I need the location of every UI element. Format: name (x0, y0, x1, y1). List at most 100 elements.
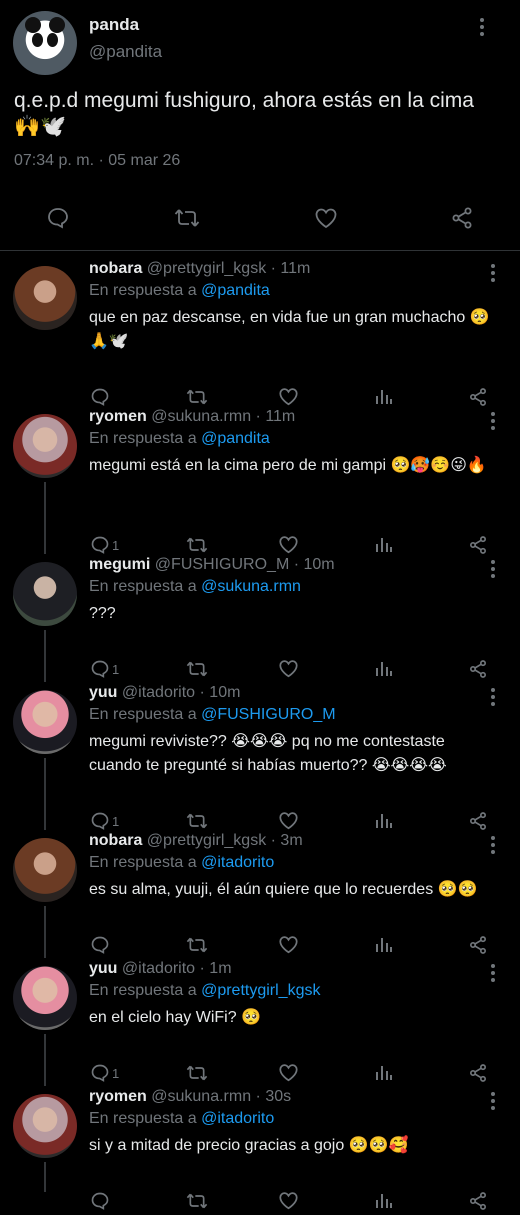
reply-text: megumi reviviste?? 😭😭😭 pq no me contesta… (89, 730, 499, 778)
author-name[interactable]: yuu (89, 960, 117, 977)
more-icon[interactable] (491, 1092, 497, 1113)
author-name[interactable]: ryomen (89, 408, 147, 425)
reply-time: · 3m (270, 832, 303, 849)
reply-time: · 11m (255, 408, 296, 425)
reply-to-link[interactable]: @sukuna.rmn (201, 578, 301, 595)
reply-time: · 30s (255, 1088, 292, 1105)
reply-context: En respuesta a @sukuna.rmn (89, 578, 301, 596)
reply-text-content: en el cielo hay WiFi? (89, 1009, 237, 1026)
author-name[interactable]: yuu (89, 684, 117, 701)
reply-time: · 10m (199, 684, 241, 701)
reply-tweet[interactable]: ryomen @sukuna.rmn · 30s En respuesta a … (0, 1078, 520, 1210)
tweet-emojis: 🙌🕊️ (14, 115, 67, 138)
tweet-timestamp[interactable]: 07:34 p. m. · 05 mar 26 (14, 152, 180, 170)
reply-actions (0, 1191, 520, 1215)
views-icon[interactable] (375, 1191, 393, 1209)
reply-header: yuu @itadorito · 10m (89, 684, 240, 702)
tweet-text-content: q.e.p.d megumi fushiguro, ahora estás en… (14, 89, 474, 112)
reply-tweet[interactable]: nobara @prettygirl_kgsk · 3m En respuest… (0, 822, 520, 958)
author-name[interactable]: panda (89, 15, 139, 35)
reply-to-link[interactable]: @itadorito (201, 1110, 274, 1127)
more-icon[interactable] (491, 560, 497, 581)
comment-icon[interactable] (90, 1191, 112, 1211)
author-handle[interactable]: @FUSHIGURO_M (155, 556, 289, 573)
reply-prefix: En respuesta a (89, 282, 197, 299)
avatar[interactable] (13, 562, 77, 626)
author-handle[interactable]: @itadorito (122, 960, 195, 977)
avatar[interactable] (13, 11, 77, 75)
author-name[interactable]: nobara (89, 832, 142, 849)
avatar[interactable] (13, 966, 77, 1030)
reply-time: · 1m (199, 960, 232, 977)
more-icon[interactable] (491, 964, 497, 985)
reply-prefix: En respuesta a (89, 706, 197, 723)
avatar[interactable] (13, 414, 77, 478)
main-tweet: panda @pandita q.e.p.d megumi fushiguro,… (0, 0, 520, 251)
author-handle[interactable]: @prettygirl_kgsk (147, 260, 266, 277)
reply-context: En respuesta a @itadorito (89, 1110, 274, 1128)
reply-emojis: 🥺🥵☺️😜🔥 (390, 457, 487, 474)
more-icon[interactable] (491, 264, 497, 285)
reply-to-link[interactable]: @itadorito (201, 854, 274, 871)
reply-tweet[interactable]: yuu @itadorito · 10m En respuesta a @FUS… (0, 674, 520, 830)
reply-header: ryomen @sukuna.rmn · 11m (89, 408, 295, 426)
retweet-icon[interactable] (174, 206, 200, 230)
reply-context: En respuesta a @itadorito (89, 854, 274, 872)
reply-time: · 11m (270, 260, 311, 277)
reply-header: megumi @FUSHIGURO_M · 10m (89, 556, 335, 574)
reply-header: yuu @itadorito · 1m (89, 960, 232, 978)
reply-text-content: megumi reviviste?? 😭😭😭 pq no me contesta… (89, 733, 447, 774)
reply-to-link[interactable]: @FUSHIGURO_M (201, 706, 335, 723)
like-icon[interactable] (314, 207, 338, 229)
reply-header: ryomen @sukuna.rmn · 30s (89, 1088, 291, 1106)
reply-header: nobara @prettygirl_kgsk · 11m (89, 260, 310, 278)
reply-to-link[interactable]: @prettygirl_kgsk (201, 982, 320, 999)
more-icon[interactable] (491, 688, 497, 709)
reply-text: si y a mitad de precio gracias a gojo 🥺🥺… (89, 1134, 499, 1158)
retweet-icon[interactable] (186, 1191, 208, 1211)
reply-text: es su alma, yuuji, él aún quiere que lo … (89, 878, 499, 902)
more-icon[interactable] (480, 18, 486, 39)
reply-prefix: En respuesta a (89, 854, 197, 871)
reply-prefix: En respuesta a (89, 1110, 197, 1127)
reply-tweet[interactable]: yuu @itadorito · 1m En respuesta a @pret… (0, 950, 520, 1086)
author-handle[interactable]: @sukuna.rmn (151, 408, 251, 425)
reply-tweet[interactable]: nobara @prettygirl_kgsk · 11m En respues… (0, 250, 520, 406)
reply-prefix: En respuesta a (89, 578, 197, 595)
author-name[interactable]: megumi (89, 556, 150, 573)
avatar[interactable] (13, 266, 77, 330)
share-icon[interactable] (468, 1191, 488, 1211)
reply-emojis: 🥺🥺🥰 (348, 1137, 409, 1154)
reply-tweet[interactable]: megumi @FUSHIGURO_M · 10m En respuesta a… (0, 546, 520, 682)
author-name[interactable]: ryomen (89, 1088, 147, 1105)
avatar[interactable] (13, 1094, 77, 1158)
tweet-text: q.e.p.d megumi fushiguro, ahora estás en… (14, 88, 504, 140)
more-icon[interactable] (491, 412, 497, 433)
reply-text: que en paz descanse, en vida fue un gran… (89, 306, 499, 354)
thread-line (44, 1162, 46, 1192)
author-handle[interactable]: @sukuna.rmn (151, 1088, 251, 1105)
like-icon[interactable] (278, 1191, 299, 1210)
avatar[interactable] (13, 838, 77, 902)
author-handle[interactable]: @itadorito (122, 684, 195, 701)
share-icon[interactable] (450, 206, 474, 230)
reply-emojis: 🥺 (241, 1009, 261, 1026)
reply-text-content: si y a mitad de precio gracias a gojo (89, 1137, 345, 1154)
reply-text-content: megumi está en la cima pero de mi gampi (89, 457, 387, 474)
author-name[interactable]: nobara (89, 260, 142, 277)
more-icon[interactable] (491, 836, 497, 857)
avatar[interactable] (13, 690, 77, 754)
reply-text: megumi está en la cima pero de mi gampi … (89, 454, 499, 478)
reply-context: En respuesta a @FUSHIGURO_M (89, 706, 336, 724)
author-handle[interactable]: @pandita (89, 42, 162, 62)
reply-tweet[interactable]: ryomen @sukuna.rmn · 11m En respuesta a … (0, 398, 520, 554)
author-handle[interactable]: @prettygirl_kgsk (147, 832, 266, 849)
reply-time: · 10m (293, 556, 335, 573)
reply-text: ??? (89, 602, 499, 626)
comment-icon[interactable] (46, 206, 70, 230)
reply-to-link[interactable]: @pandita (201, 430, 270, 447)
reply-text-content: es su alma, yuuji, él aún quiere que lo … (89, 881, 434, 898)
reply-text: en el cielo hay WiFi? 🥺 (89, 1006, 499, 1030)
reply-context: En respuesta a @prettygirl_kgsk (89, 982, 320, 1000)
reply-to-link[interactable]: @pandita (201, 282, 270, 299)
